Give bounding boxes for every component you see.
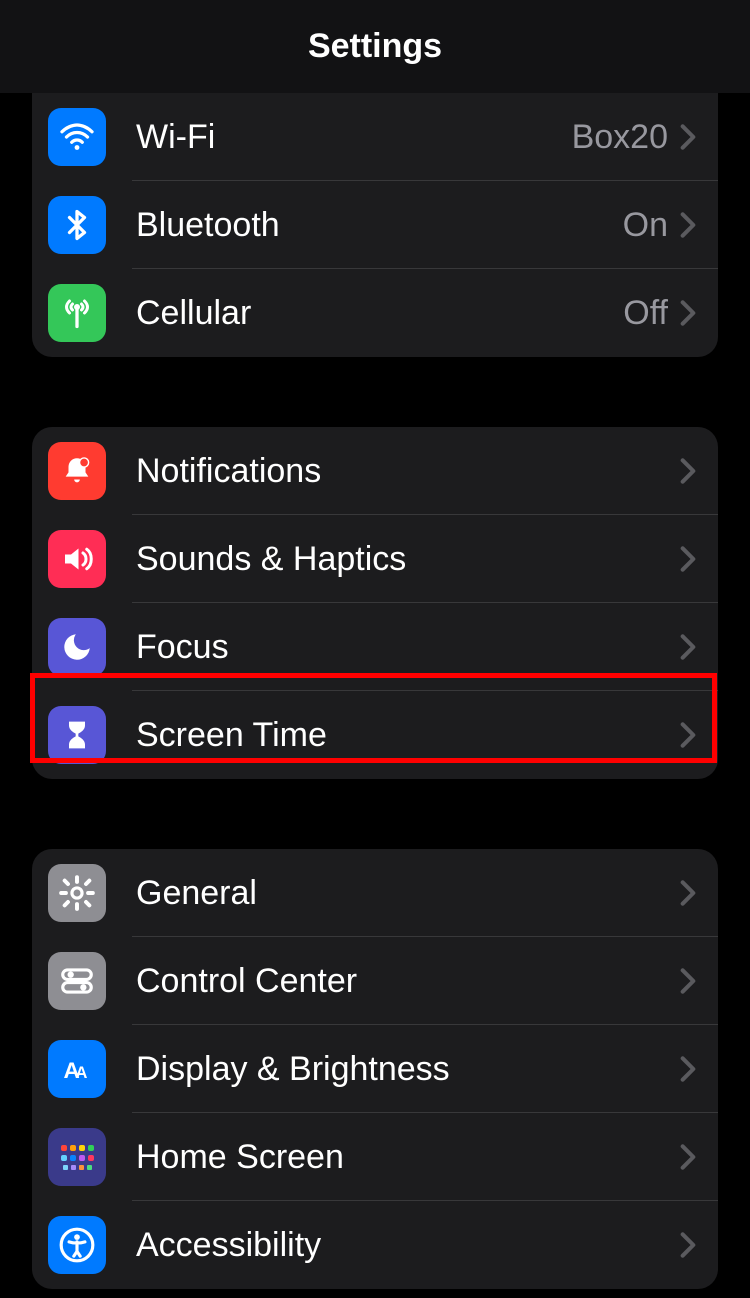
row-label: Home Screen [136, 1138, 680, 1177]
row-label: Display & Brightness [136, 1050, 680, 1089]
settings-group-general: General Control Center AA Display & Brig… [32, 849, 718, 1289]
row-sounds[interactable]: Sounds & Haptics [32, 515, 718, 603]
settings-content: Wi-Fi Box20 Bluetooth On Cellular Off [0, 93, 750, 1289]
row-cellular[interactable]: Cellular Off [32, 269, 718, 357]
chevron-right-icon [680, 633, 696, 661]
chevron-right-icon [680, 967, 696, 995]
settings-group-network: Wi-Fi Box20 Bluetooth On Cellular Off [32, 93, 718, 357]
chevron-right-icon [680, 457, 696, 485]
row-display[interactable]: AA Display & Brightness [32, 1025, 718, 1113]
chevron-right-icon [680, 123, 696, 151]
row-label: Focus [136, 628, 680, 667]
row-label: Accessibility [136, 1226, 680, 1265]
row-label: Cellular [136, 294, 623, 333]
focus-icon [48, 618, 106, 676]
settings-group-attention: Notifications Sounds & Haptics Focus Scr… [32, 427, 718, 779]
header-bar: Settings [0, 0, 750, 93]
general-icon [48, 864, 106, 922]
row-label: General [136, 874, 680, 913]
chevron-right-icon [680, 1143, 696, 1171]
chevron-right-icon [680, 299, 696, 327]
row-label: Control Center [136, 962, 680, 1001]
bluetooth-icon [48, 196, 106, 254]
chevron-right-icon [680, 1231, 696, 1259]
chevron-right-icon [680, 879, 696, 907]
homescreen-icon [48, 1128, 106, 1186]
row-general[interactable]: General [32, 849, 718, 937]
row-screentime[interactable]: Screen Time [32, 691, 718, 779]
row-label: Sounds & Haptics [136, 540, 680, 579]
row-label: Wi-Fi [136, 118, 572, 157]
chevron-right-icon [680, 1055, 696, 1083]
wifi-icon [48, 108, 106, 166]
page-title: Settings [308, 27, 442, 66]
chevron-right-icon [680, 211, 696, 239]
notifications-icon [48, 442, 106, 500]
controlcenter-icon [48, 952, 106, 1010]
row-label: Bluetooth [136, 206, 623, 245]
row-focus[interactable]: Focus [32, 603, 718, 691]
row-bluetooth[interactable]: Bluetooth On [32, 181, 718, 269]
row-notifications[interactable]: Notifications [32, 427, 718, 515]
row-accessibility[interactable]: Accessibility [32, 1201, 718, 1289]
screentime-icon [48, 706, 106, 764]
svg-text:A: A [76, 1064, 88, 1082]
row-value: On [623, 206, 668, 245]
display-icon: AA [48, 1040, 106, 1098]
row-value: Off [623, 294, 668, 333]
cellular-icon [48, 284, 106, 342]
row-value: Box20 [572, 118, 668, 157]
row-homescreen[interactable]: Home Screen [32, 1113, 718, 1201]
row-wifi[interactable]: Wi-Fi Box20 [32, 93, 718, 181]
accessibility-icon [48, 1216, 106, 1274]
chevron-right-icon [680, 721, 696, 749]
row-label: Notifications [136, 452, 680, 491]
row-controlcenter[interactable]: Control Center [32, 937, 718, 1025]
row-label: Screen Time [136, 716, 680, 755]
sounds-icon [48, 530, 106, 588]
chevron-right-icon [680, 545, 696, 573]
